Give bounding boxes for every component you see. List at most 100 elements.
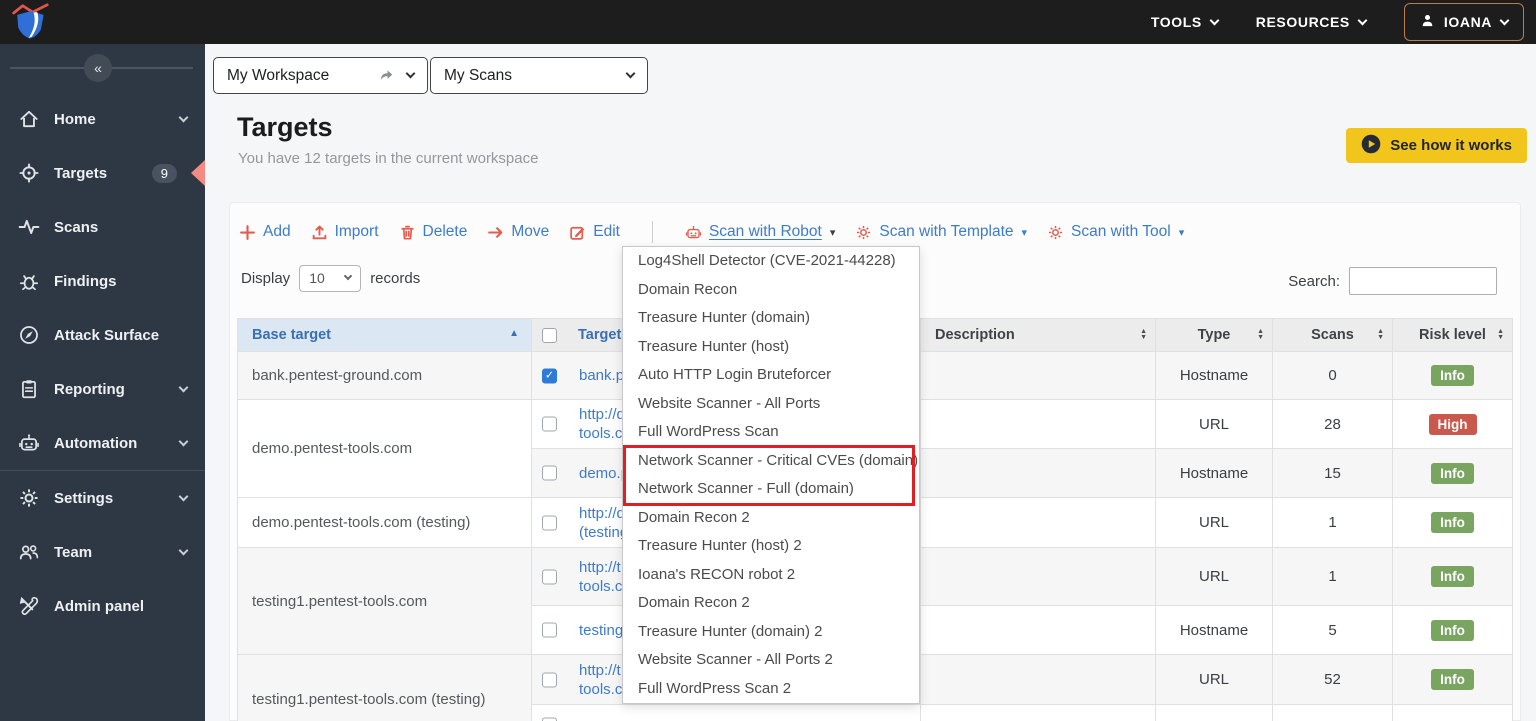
target-link[interactable]: http://t tools.c — [579, 661, 622, 699]
robot-menu-item[interactable]: Website Scanner - All Ports — [623, 390, 919, 419]
play-icon — [1361, 134, 1381, 158]
robot-menu-item[interactable]: Log4Shell Detector (CVE-2021-44228) — [623, 247, 919, 276]
robot-menu-item[interactable]: Auto HTTP Login Bruteforcer — [623, 361, 919, 390]
nav-resources[interactable]: RESOURCES — [1256, 14, 1368, 30]
sidebar-item-admin-panel[interactable]: Admin panel — [0, 579, 205, 633]
row-checkbox[interactable] — [542, 622, 557, 638]
robot-icon — [685, 224, 702, 241]
import-button[interactable]: Import — [311, 223, 379, 241]
sidebar-item-findings[interactable]: Findings — [0, 254, 205, 308]
sidebar-item-reporting[interactable]: Reporting — [0, 362, 205, 416]
robot-menu-item[interactable]: Full WordPress Scan 2 — [623, 675, 919, 704]
target-link[interactable]: http://t tools.c — [579, 558, 622, 596]
sort-icon: ▲▼ — [1377, 328, 1384, 341]
scan-with-tool-button[interactable]: Scan with Tool ▾ — [1047, 223, 1184, 241]
robot-menu-item[interactable]: Treasure Hunter (host) — [623, 333, 919, 362]
plus-icon — [239, 224, 256, 241]
target-link[interactable]: bank.p — [579, 366, 624, 385]
search-input[interactable] — [1349, 267, 1497, 295]
chevron-down-icon — [1357, 15, 1368, 25]
col-description[interactable]: Description ▲ ▼ — [920, 318, 1156, 352]
risk-badge: Info — [1431, 462, 1474, 484]
robot-menu-item[interactable]: Network Scanner - Critical CVEs (domain) — [623, 447, 919, 476]
type-cell: Hostname — [1155, 351, 1273, 400]
scans-select[interactable]: My Scans — [430, 57, 648, 94]
robot-menu-item[interactable]: Domain Recon — [623, 276, 919, 305]
delete-button[interactable]: Delete — [399, 223, 467, 241]
robot-menu-item[interactable]: Network Scanner - Full (domain) — [623, 475, 919, 504]
display-label: Display — [241, 270, 291, 287]
upload-icon — [311, 224, 328, 241]
pentest-tools-logo[interactable] — [10, 3, 50, 41]
scans-cell: 1 — [1272, 497, 1393, 548]
sort-icon: ▲▼ — [1497, 328, 1504, 341]
robot-menu-item[interactable]: Treasure Hunter (domain) — [623, 304, 919, 333]
col-risk-level[interactable]: Risk level ▲ ▼ — [1392, 318, 1513, 352]
select-all-checkbox[interactable] — [542, 327, 557, 343]
page-subtitle: You have 12 targets in the current works… — [238, 150, 539, 167]
robot-menu-item[interactable]: Treasure Hunter (host) 2 — [623, 532, 919, 561]
caret-down-icon: ▾ — [1021, 226, 1028, 239]
scans-cell — [1272, 704, 1393, 721]
sidebar-collapse-button[interactable]: « — [84, 54, 112, 82]
row-checkbox[interactable] — [542, 672, 557, 687]
robot-menu-item[interactable]: Domain Recon 2 — [623, 504, 919, 533]
page-size-select[interactable]: 10 — [299, 265, 362, 292]
target-link[interactable]: http://d tools.c — [579, 405, 625, 443]
page-title: Targets — [237, 112, 333, 142]
chevron-down-icon — [178, 436, 189, 446]
sidebar-item-settings[interactable]: Settings — [0, 471, 205, 525]
gear-icon — [18, 487, 40, 509]
row-checkbox[interactable] — [542, 569, 557, 584]
sidebar-item-team[interactable]: Team — [0, 525, 205, 579]
row-checkbox[interactable] — [542, 717, 557, 721]
scans-cell: 52 — [1272, 654, 1393, 705]
row-checkbox[interactable] — [542, 515, 557, 530]
edit-button[interactable]: Edit — [569, 223, 620, 241]
scan-with-robot-button[interactable]: Scan with Robot ▾ — [685, 223, 835, 241]
caret-down-icon: ▾ — [829, 226, 836, 239]
robot-menu-item[interactable]: Website Scanner - All Ports 2 — [623, 646, 919, 675]
robot-menu-item[interactable]: Full WordPress Scan — [623, 418, 919, 447]
scan-with-template-button[interactable]: Scan with Template ▾ — [855, 223, 1027, 241]
row-checkbox[interactable] — [542, 368, 557, 383]
col-scans[interactable]: Scans ▲ ▼ — [1272, 318, 1393, 352]
sidebar-item-targets[interactable]: Targets 9 — [0, 146, 205, 200]
actions-toolbar: Add Import Delete Move Edit Scan with Robot ▾ S… — [239, 217, 1184, 247]
chevron-down-icon — [405, 68, 416, 79]
target-icon — [18, 162, 40, 184]
chevron-down-icon — [178, 382, 189, 392]
records-label: records — [370, 270, 421, 287]
user-menu-button[interactable]: IOANA — [1403, 3, 1524, 41]
sidebar-item-scans[interactable]: Scans — [0, 200, 205, 254]
col-base-target[interactable]: Base target ▲ — [237, 318, 532, 352]
robot-menu-item[interactable]: Domain Recon 2 — [623, 589, 919, 618]
robot-menu-item[interactable]: Treasure Hunter (domain) 2 — [623, 618, 919, 647]
col-type[interactable]: Type ▲ ▼ — [1155, 318, 1273, 352]
type-cell: URL — [1155, 547, 1273, 606]
base-target-cell: testing1.pentest-tools.com (testing) — [237, 654, 532, 721]
type-cell: Hostname — [1155, 605, 1273, 655]
risk-cell — [1392, 704, 1513, 721]
move-button[interactable]: Move — [487, 223, 549, 241]
nav-tools[interactable]: TOOLS — [1151, 14, 1220, 30]
add-button[interactable]: Add — [239, 223, 291, 241]
robot-menu-item[interactable]: Ioana's RECON robot 2 — [623, 561, 919, 590]
row-checkbox[interactable] — [542, 416, 557, 432]
display-records-control: Display 10 records — [241, 265, 420, 292]
target-cell — [531, 704, 921, 721]
see-how-it-works-button[interactable]: See how it works — [1346, 128, 1527, 163]
sort-asc-icon: ▲ — [509, 328, 519, 339]
sidebar-item-attack-surface[interactable]: Attack Surface — [0, 308, 205, 362]
row-checkbox[interactable] — [542, 465, 557, 481]
count-badge: 9 — [151, 163, 177, 183]
risk-cell: Info — [1392, 547, 1513, 606]
description-cell — [920, 497, 1156, 548]
target-link[interactable]: testing — [579, 621, 623, 640]
target-link[interactable]: http://d (testing — [579, 504, 628, 542]
workspace-select[interactable]: My Workspace — [213, 57, 428, 94]
pencil-icon — [569, 224, 586, 241]
risk-cell: Info — [1392, 654, 1513, 705]
sidebar-item-automation[interactable]: Automation — [0, 416, 205, 470]
sidebar-item-home[interactable]: Home — [0, 92, 205, 146]
